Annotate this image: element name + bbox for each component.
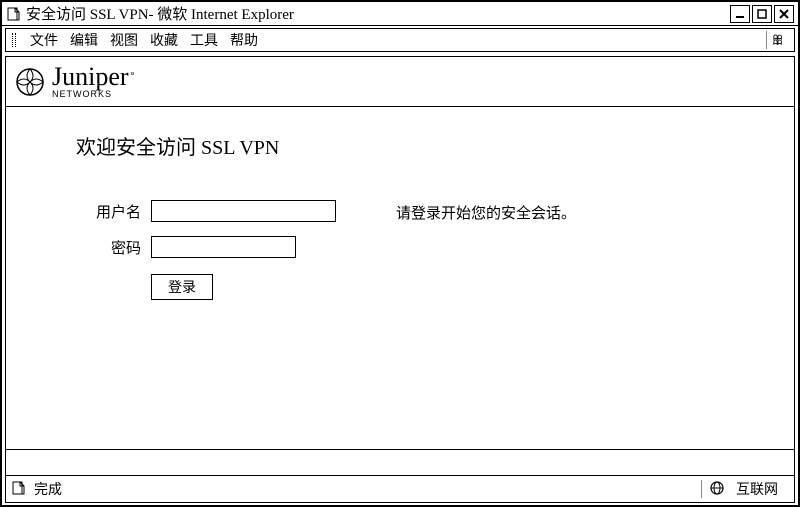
juniper-logo-icon	[14, 66, 46, 98]
brand-subtitle: NETWORKS	[52, 90, 135, 99]
window-controls	[730, 5, 794, 23]
page-body: 欢迎安全访问 SSL VPN 用户名 密码 登录 请登录开始您的安全会话。	[6, 107, 794, 450]
brand-header: Juniper° NETWORKS	[6, 57, 794, 107]
browser-window: 安全访问 SSL VPN- 微软 Internet Explorer 文件 编辑…	[0, 0, 800, 507]
statusbar: 完成 互联网	[6, 476, 794, 502]
window-title: 安全访问 SSL VPN- 微软 Internet Explorer	[26, 3, 730, 24]
content-area: Juniper° NETWORKS 欢迎安全访问 SSL VPN 用户名 密码	[5, 56, 795, 503]
login-button[interactable]: 登录	[151, 274, 213, 300]
menubar: 文件 编辑 视图 收藏 工具 帮助	[5, 28, 795, 52]
brand-name: Juniper	[52, 62, 129, 91]
separator-band	[6, 450, 794, 476]
menu-file[interactable]: 文件	[30, 30, 58, 50]
menu-edit[interactable]: 编辑	[70, 30, 98, 50]
maximize-button[interactable]	[752, 5, 772, 23]
login-hint: 请登录开始您的安全会话。	[396, 202, 576, 223]
welcome-heading: 欢迎安全访问 SSL VPN	[76, 131, 754, 160]
close-button[interactable]	[774, 5, 794, 23]
menu-tools[interactable]: 工具	[190, 30, 218, 50]
done-icon	[12, 481, 28, 497]
menu-help[interactable]: 帮助	[230, 30, 258, 50]
toolbar-handle	[12, 33, 16, 47]
menu-view[interactable]: 视图	[110, 30, 138, 50]
status-separator	[701, 480, 702, 498]
internet-zone-icon	[710, 481, 726, 497]
titlebar: 安全访问 SSL VPN- 微软 Internet Explorer	[2, 2, 798, 26]
login-form: 用户名 密码 登录 请登录开始您的安全会话。	[76, 200, 754, 300]
password-input[interactable]	[151, 236, 296, 258]
brand-reg: °	[131, 71, 135, 82]
username-input[interactable]	[151, 200, 336, 222]
status-text: 完成	[34, 479, 693, 499]
zone-text: 互联网	[736, 479, 778, 499]
username-label: 用户名	[76, 201, 141, 222]
menu-favorites[interactable]: 收藏	[150, 30, 178, 50]
minimize-button[interactable]	[730, 5, 750, 23]
windows-logo-icon	[766, 31, 788, 49]
password-label: 密码	[76, 237, 141, 258]
page-icon	[6, 6, 22, 22]
